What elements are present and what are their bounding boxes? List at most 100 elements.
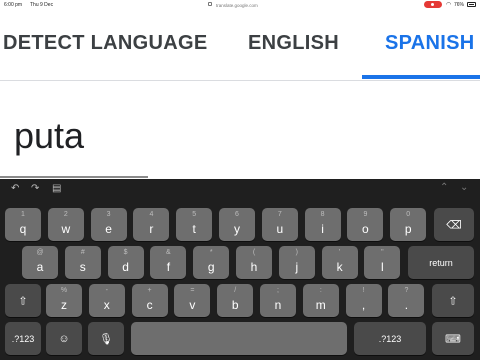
shift-icon: ⇧: [448, 295, 458, 307]
key-label: a: [36, 260, 44, 274]
key-alt-label: $: [123, 249, 128, 256]
battery-percentage: 76%: [454, 2, 465, 8]
key-x[interactable]: -x: [88, 284, 125, 317]
key-label: ,: [361, 298, 366, 312]
redo-icon[interactable]: ↷: [31, 183, 39, 194]
key-alt-label: (: [252, 249, 256, 256]
language-tabs: DETECT LANGUAGE ENGLISH SPANISH: [0, 10, 480, 81]
key-z[interactable]: % z: [46, 284, 82, 317]
numbers-label-left: .?123: [11, 333, 35, 344]
paste-icon[interactable]: ▤: [52, 183, 61, 194]
tab-detect-language[interactable]: DETECT LANGUAGE: [3, 32, 208, 55]
key-alt-label: ): [295, 249, 298, 256]
key-g[interactable]: * g: [193, 246, 230, 279]
recording-icon: [424, 1, 442, 8]
key-label: m: [315, 298, 326, 312]
key-alt-label: =: [190, 287, 195, 294]
numbers-key-right[interactable]: .?123: [354, 322, 426, 355]
key-v[interactable]: = v: [174, 284, 211, 317]
key-n[interactable]: ; n: [260, 284, 296, 317]
key-w[interactable]: 2w: [47, 208, 84, 241]
key-label: x: [103, 298, 110, 312]
key-p[interactable]: 0p: [390, 208, 427, 241]
chevron-down-icon[interactable]: ⌄: [460, 182, 468, 193]
key-label: u: [276, 222, 284, 236]
key-o[interactable]: 9o: [347, 208, 384, 241]
key-m[interactable]: :m: [302, 284, 339, 317]
key-r[interactable]: 4r: [133, 208, 170, 241]
backspace-icon: ⌫: [446, 219, 462, 231]
key-label: i: [321, 222, 324, 236]
space-bar[interactable]: [131, 322, 347, 355]
active-tab-indicator: [362, 75, 480, 79]
key-u[interactable]: 7u: [261, 208, 298, 241]
key-b[interactable]: / b: [217, 284, 254, 317]
key-alt-label: #: [80, 249, 85, 256]
numbers-key-left[interactable]: .?123: [5, 322, 41, 355]
return-key[interactable]: return: [408, 246, 474, 279]
key-i[interactable]: 8i: [304, 208, 341, 241]
undo-icon[interactable]: ↶: [11, 183, 19, 194]
key-f[interactable]: & f: [150, 246, 187, 279]
key-alt-label: 0: [406, 211, 411, 218]
key-e[interactable]: 3e: [90, 208, 127, 241]
url-text[interactable]: translate.google.com: [216, 3, 258, 8]
keyboard-dismiss-key[interactable]: ⌨: [432, 322, 474, 355]
key-period[interactable]: ?.: [388, 284, 425, 317]
return-label: return: [429, 257, 453, 268]
backspace-key[interactable]: ⌫: [434, 208, 474, 241]
key-label: .: [404, 298, 409, 312]
key-alt-label: 4: [149, 211, 154, 218]
key-alt-label: 8: [320, 211, 325, 218]
key-label: w: [61, 222, 71, 236]
key-j[interactable]: ) j: [278, 246, 315, 279]
microphone-icon: 🎙: [99, 333, 113, 345]
key-t[interactable]: 5t: [176, 208, 213, 241]
tab-spanish[interactable]: SPANISH: [385, 32, 475, 55]
key-k[interactable]: ' k: [321, 246, 358, 279]
key-l[interactable]: " l: [364, 246, 401, 279]
key-label: d: [122, 260, 129, 274]
key-alt-label: %: [60, 287, 68, 294]
key-q[interactable]: 1q: [5, 208, 41, 241]
source-underline: [0, 176, 148, 178]
key-alt-label: 9: [363, 211, 368, 218]
numbers-label-right: .?123: [378, 333, 402, 344]
key-label: j: [295, 260, 299, 274]
key-alt-label: 6: [235, 211, 239, 218]
key-label: k: [336, 260, 343, 274]
key-d[interactable]: $ d: [107, 246, 144, 279]
tab-english[interactable]: ENGLISH: [248, 32, 339, 55]
key-comma[interactable]: !,: [345, 284, 382, 317]
key-label: b: [231, 298, 239, 312]
key-label: e: [105, 222, 112, 236]
key-alt-label: !: [362, 287, 365, 294]
emoji-key[interactable]: ☺: [46, 322, 82, 355]
chevron-up-icon[interactable]: ⌃: [440, 182, 448, 193]
source-text-area[interactable]: puta: [0, 81, 480, 179]
status-bar: 6:00 pm Thu 9 Dec translate.google.com ◠…: [0, 0, 480, 10]
key-alt-label: ": [381, 249, 384, 256]
key-alt-label: @: [36, 249, 44, 256]
source-text[interactable]: puta: [14, 115, 84, 157]
key-a[interactable]: @ a: [22, 246, 58, 279]
key-alt-label: ?: [404, 287, 409, 294]
key-s[interactable]: # s: [64, 246, 101, 279]
key-label: l: [381, 260, 384, 274]
key-label: f: [166, 260, 171, 274]
key-c[interactable]: + c: [131, 284, 168, 317]
key-alt-label: ;: [277, 287, 279, 294]
key-label: z: [61, 298, 67, 312]
key-label: q: [19, 222, 27, 236]
key-label: t: [192, 222, 196, 236]
key-h[interactable]: (h: [236, 246, 272, 279]
key-y[interactable]: 6y: [219, 208, 255, 241]
shift-icon: ⇧: [18, 295, 28, 307]
key-label: y: [234, 222, 240, 236]
microphone-key[interactable]: 🎙: [88, 322, 124, 355]
status-time: 6:00 pm: [4, 2, 23, 8]
key-alt-label: +: [147, 287, 152, 294]
key-alt-label: &: [166, 249, 171, 256]
shift-key-left[interactable]: ⇧: [5, 284, 41, 317]
shift-key-right[interactable]: ⇧: [432, 284, 474, 317]
